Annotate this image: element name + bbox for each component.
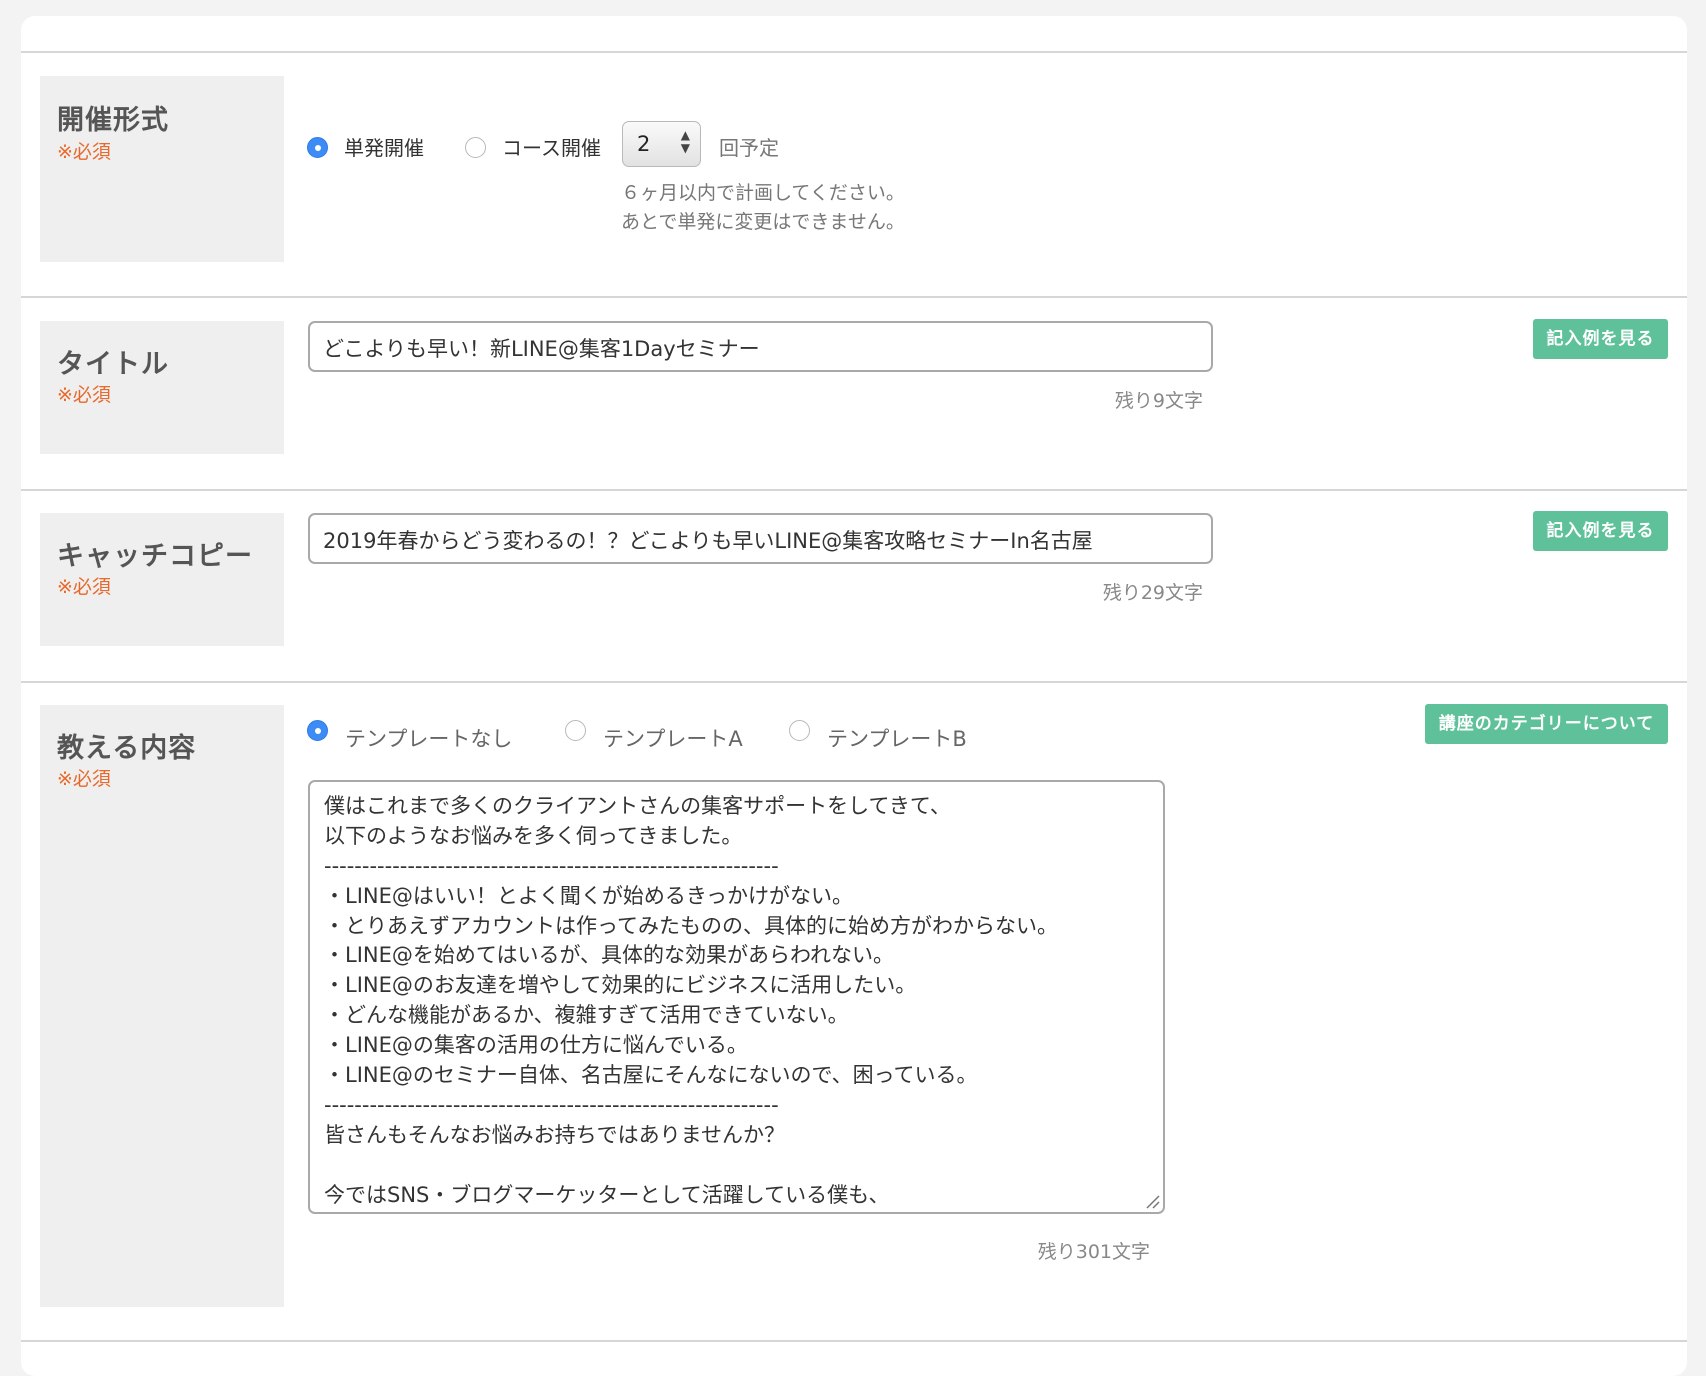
select-arrows-icon: ▲ ▼ <box>680 128 690 155</box>
radio-template-none[interactable] <box>307 720 328 741</box>
format-label-box: 開催形式 ※必須 <box>40 76 284 262</box>
title-label-box: タイトル ※必須 <box>40 321 284 454</box>
radio-template-a[interactable] <box>565 720 586 741</box>
divider-catchcopy <box>21 681 1687 683</box>
content-line: 皆さんもそんなお悩みお持ちではありませんか？ <box>324 1122 785 1147</box>
session-count-suffix: 回予定 <box>719 136 779 160</box>
radio-course-event[interactable] <box>465 137 486 158</box>
content-line: ----------------------------------------… <box>324 1092 779 1117</box>
radio-template-b[interactable] <box>789 720 810 741</box>
content-line: ・LINE@のセミナー自体、名古屋にそんなにないので、困っている。 <box>324 1063 978 1088</box>
catchcopy-char-counter: 残り29文字 <box>1102 582 1203 604</box>
title-example-button[interactable]: 記入例を見る <box>1533 319 1668 359</box>
title-input[interactable]: どこよりも早い！新LINE@集客1Dayセミナー <box>308 321 1213 372</box>
content-line: ・どんな機能があるか、複雑すぎて活用できていない。 <box>324 1003 849 1028</box>
divider-top <box>21 51 1687 53</box>
category-info-button[interactable]: 講座のカテゴリーについて <box>1425 704 1668 744</box>
session-count-value: 2 <box>637 132 651 156</box>
content-text: 僕はこれまで多くのクライアントさんの集客サポートをしてきて、 以下のようなお悩み… <box>324 792 1058 1210</box>
radio-single-event-label[interactable]: 単発開催 <box>344 132 424 161</box>
content-line: 僕はこれまで多くのクライアントさんの集客サポートをしてきて、 <box>324 794 951 818</box>
radio-single-event[interactable] <box>307 137 328 158</box>
divider-title <box>21 489 1687 491</box>
catchcopy-label-box: キャッチコピー ※必須 <box>40 513 284 646</box>
session-count-select[interactable]: 2 ▲ ▼ <box>622 121 701 167</box>
content-line: ・LINE@を始めてはいるが、具体的な効果があらわれない。 <box>324 943 894 968</box>
content-char-counter: 残り301文字 <box>1037 1241 1150 1263</box>
radio-template-a-label[interactable]: テンプレートA <box>603 723 743 753</box>
resize-grip-icon[interactable] <box>1144 1193 1160 1209</box>
content-line: ----------------------------------------… <box>324 853 779 878</box>
catchcopy-input[interactable]: 2019年春からどう変わるの！？どこよりも早いLINE@集客攻略セミナーIn名古… <box>308 513 1213 564</box>
divider-content <box>21 1340 1687 1342</box>
content-line: 今ではSNS・ブログマーケッターとして活躍している僕も、 <box>324 1182 890 1207</box>
title-char-counter: 残り9文字 <box>1114 390 1203 412</box>
content-label-box: 教える内容 ※必須 <box>40 705 284 1307</box>
format-required-mark: ※必須 <box>57 141 111 163</box>
content-line: ・LINE@のお友達を増やして効果的にビジネスに活用したい。 <box>324 973 917 998</box>
catchcopy-label: キャッチコピー <box>57 541 253 572</box>
catchcopy-required-mark: ※必須 <box>57 576 111 598</box>
content-label: 教える内容 <box>57 733 197 764</box>
radio-template-b-label[interactable]: テンプレートB <box>827 723 967 753</box>
title-label: タイトル <box>57 349 169 380</box>
catchcopy-example-button[interactable]: 記入例を見る <box>1533 511 1668 551</box>
content-line: ・LINE@はいい！とよく聞くが始めるきっかけがない。 <box>324 883 854 908</box>
content-line: ・とりあえずアカウントは作ってみたものの、具体的に始め方がわからない。 <box>324 913 1058 938</box>
format-note-line-1: ６ヶ月以内で計画してください。 <box>621 182 905 204</box>
format-note-line-2: あとで単発に変更はできません。 <box>621 211 905 233</box>
radio-course-event-label[interactable]: コース開催 <box>502 132 601 161</box>
content-line: 以下のようなお悩みを多く伺ってきました。 <box>324 823 743 848</box>
content-line: ・LINE@の集客の活用の仕方に悩んでいる。 <box>324 1033 748 1058</box>
title-required-mark: ※必須 <box>57 384 111 406</box>
content-line <box>324 1151 1058 1181</box>
content-required-mark: ※必須 <box>57 768 111 790</box>
radio-template-none-label[interactable]: テンプレートなし <box>345 723 512 753</box>
content-textarea[interactable]: 僕はこれまで多くのクライアントさんの集客サポートをしてきて、 以下のようなお悩み… <box>308 780 1165 1214</box>
divider-format <box>21 296 1687 298</box>
format-label: 開催形式 <box>57 105 169 136</box>
